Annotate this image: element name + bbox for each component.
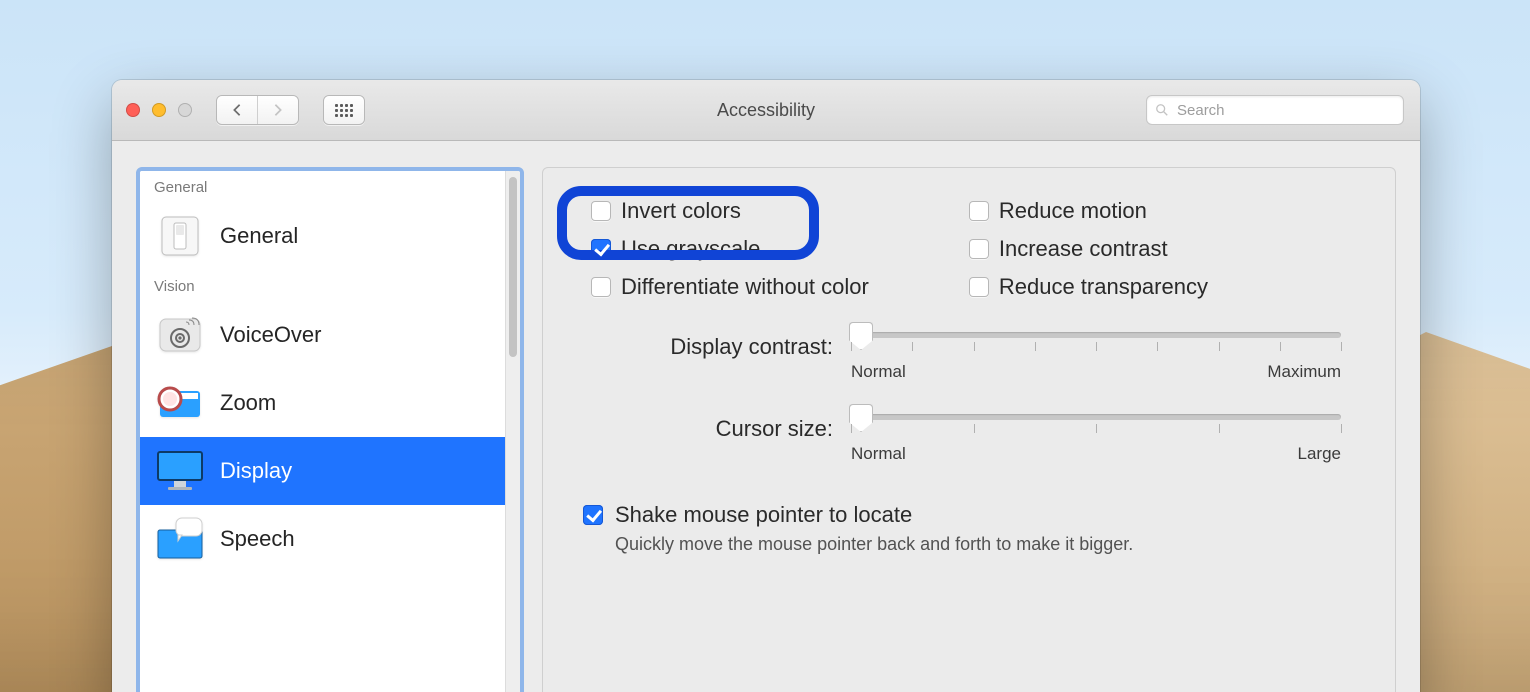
display-options-col-left: Invert colors Use grayscale Differentiat… [591,198,869,300]
sidebar-item-display[interactable]: Display [140,437,505,505]
slider-min-label: Normal [851,362,906,382]
slider-label: Display contrast: [583,332,833,360]
display-options-col-right: Reduce motion Increase contrast Reduce t… [969,198,1208,300]
sidebar-section-header: General [140,171,505,202]
sidebar-container: General General Vision VoiceOver [136,167,524,692]
option-reduce-motion[interactable]: Reduce motion [969,198,1208,224]
option-label: Reduce transparency [999,274,1208,300]
search-icon [1155,103,1169,117]
slider-label: Cursor size: [583,414,833,442]
checkbox[interactable] [591,239,611,259]
settings-panel: Invert colors Use grayscale Differentiat… [542,167,1396,692]
desktop-background: Accessibility General General Vision [0,0,1530,692]
cursor-size-row: Cursor size: Normal Large [583,414,1355,464]
slider-end-labels: Normal Maximum [851,362,1341,382]
sidebar-list[interactable]: General General Vision VoiceOver [140,171,505,692]
zoom-window-button [178,103,192,117]
checkbox[interactable] [969,277,989,297]
slider-end-labels: Normal Large [851,444,1341,464]
checkbox[interactable] [969,201,989,221]
sidebar-item-label: General [220,223,298,249]
cursor-size-slider[interactable]: Normal Large [851,414,1341,464]
sidebar-section-header: Vision [140,270,505,301]
search-field[interactable] [1146,95,1404,125]
shake-mouse-title: Shake mouse pointer to locate [615,502,1133,528]
option-use-grayscale[interactable]: Use grayscale [591,236,869,262]
option-reduce-transparency[interactable]: Reduce transparency [969,274,1208,300]
speech-icon [154,517,206,561]
show-all-button[interactable] [323,95,365,125]
forward-button [257,96,298,124]
sidebar-item-speech[interactable]: Speech [140,505,505,573]
slider-min-label: Normal [851,444,906,464]
display-contrast-slider[interactable]: Normal Maximum [851,332,1341,382]
display-icon [154,449,206,493]
sidebar-item-zoom[interactable]: Zoom [140,369,505,437]
checkbox[interactable] [591,277,611,297]
option-label: Reduce motion [999,198,1147,224]
window-controls [126,103,192,117]
slider-track[interactable] [851,414,1341,420]
slider-ticks [851,342,1341,354]
shake-mouse-subtitle: Quickly move the mouse pointer back and … [615,534,1133,555]
voiceover-icon [154,313,206,357]
zoom-icon [154,381,206,425]
option-label: Differentiate without color [621,274,869,300]
slider-max-label: Maximum [1267,362,1341,382]
option-increase-contrast[interactable]: Increase contrast [969,236,1208,262]
sidebar-item-label: Zoom [220,390,276,416]
sidebar-item-general[interactable]: General [140,202,505,270]
sidebar-scrollbar[interactable] [505,171,520,692]
search-input[interactable] [1175,101,1395,120]
window-titlebar[interactable]: Accessibility [112,80,1420,141]
minimize-window-button[interactable] [152,103,166,117]
shake-mouse-text: Shake mouse pointer to locate Quickly mo… [615,502,1133,555]
close-window-button[interactable] [126,103,140,117]
option-label: Invert colors [621,198,741,224]
sidebar-item-label: Display [220,458,292,484]
preferences-window: Accessibility General General Vision [112,80,1420,692]
grid-icon [335,104,353,117]
slider-max-label: Large [1298,444,1341,464]
checkbox[interactable] [969,239,989,259]
checkbox[interactable] [583,505,603,525]
nav-back-forward-group [216,95,299,125]
option-label: Use grayscale [621,236,760,262]
scrollbar-thumb[interactable] [509,177,517,357]
slider-ticks [851,424,1341,436]
option-invert-colors[interactable]: Invert colors [591,198,869,224]
window-body: General General Vision VoiceOver [112,141,1420,692]
slider-track[interactable] [851,332,1341,338]
display-contrast-row: Display contrast: Normal Maximum [583,332,1355,382]
shake-mouse-row[interactable]: Shake mouse pointer to locate Quickly mo… [583,502,1355,555]
sidebar-item-label: Speech [220,526,295,552]
option-label: Increase contrast [999,236,1168,262]
sidebar-item-label: VoiceOver [220,322,322,348]
checkbox[interactable] [591,201,611,221]
back-button[interactable] [217,96,257,124]
option-differentiate-without-color[interactable]: Differentiate without color [591,274,869,300]
display-options-row: Invert colors Use grayscale Differentiat… [583,198,1355,300]
sidebar-item-voiceover[interactable]: VoiceOver [140,301,505,369]
general-icon [154,214,206,258]
